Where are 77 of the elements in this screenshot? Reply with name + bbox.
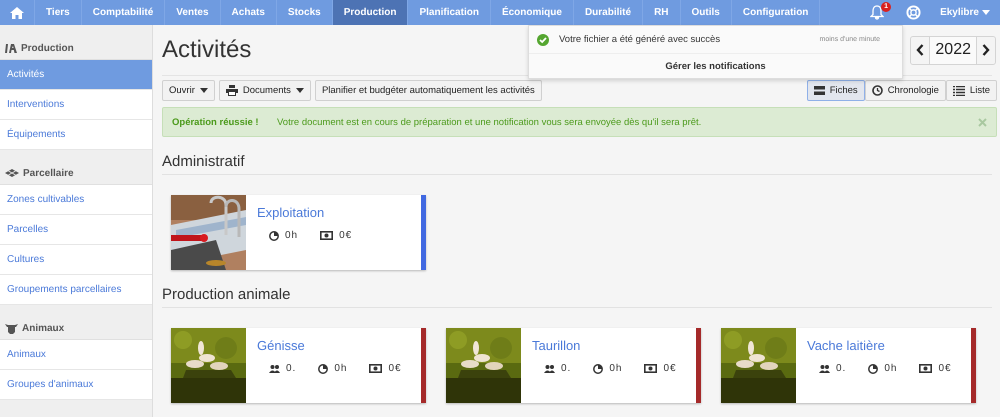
activity-card[interactable]: Taurillon 0. 0h 0€ bbox=[446, 328, 701, 403]
stat-value: 0€ bbox=[938, 363, 952, 374]
cow-icon bbox=[5, 322, 18, 334]
view-toggle[interactable]: Fiches bbox=[806, 80, 865, 101]
user-menu[interactable]: Ekylibre bbox=[932, 0, 1000, 25]
activity-card[interactable]: Exploitation 0h 0€ bbox=[171, 195, 426, 270]
nav-tab[interactable]: Production bbox=[332, 0, 408, 25]
stat-value: 0h bbox=[334, 363, 348, 374]
card-title: Génisse bbox=[257, 338, 306, 353]
card-title: Exploitation bbox=[257, 205, 326, 220]
pie-icon bbox=[593, 364, 604, 374]
pie-icon bbox=[868, 364, 878, 374]
printer-icon bbox=[226, 85, 238, 96]
field-icon bbox=[5, 169, 19, 177]
chevron-left-icon bbox=[916, 44, 924, 56]
tiles-icon bbox=[814, 86, 825, 95]
sidebar-heading: Parcellaire bbox=[23, 168, 74, 178]
card-title: Vache laitière bbox=[807, 338, 886, 353]
nav-tab[interactable]: Ventes bbox=[165, 0, 221, 25]
section-heading: Production animale bbox=[162, 286, 992, 308]
chevron-right-icon bbox=[982, 44, 990, 56]
banknote-icon bbox=[919, 364, 932, 373]
sidebar-item[interactable]: Groupements parcellaires bbox=[0, 275, 152, 305]
sidebar-heading: Animaux bbox=[22, 322, 64, 334]
close-icon bbox=[978, 118, 987, 126]
check-circle-icon bbox=[537, 34, 549, 46]
nav-tab[interactable]: Achats bbox=[220, 0, 277, 25]
page-title: Activités bbox=[162, 36, 252, 64]
sidebar-item[interactable]: Équipements bbox=[0, 120, 152, 150]
activity-card[interactable]: Vache laitière 0. 0h 0€ bbox=[721, 328, 976, 403]
view-toggle[interactable]: Liste bbox=[946, 80, 997, 101]
group-icon bbox=[819, 364, 830, 372]
bell-icon bbox=[870, 5, 884, 20]
caret-icon bbox=[200, 88, 208, 93]
sidebar-item[interactable]: Interventions bbox=[0, 90, 152, 120]
caret-icon bbox=[982, 10, 990, 15]
sidebar-item[interactable]: Cultures bbox=[0, 245, 152, 275]
sidebar-item[interactable]: Groupes d'animaux bbox=[0, 370, 152, 400]
caret-icon bbox=[296, 88, 304, 93]
card-title: Taurillon bbox=[532, 338, 582, 353]
stat-value: 0h bbox=[884, 363, 898, 374]
manage-notifications-link[interactable]: Gérer les notifications bbox=[529, 54, 902, 78]
stat-value: 0. bbox=[836, 363, 846, 374]
section-heading: Administratif bbox=[162, 153, 992, 175]
home-icon bbox=[10, 6, 24, 18]
stat-value: 0h bbox=[609, 363, 622, 374]
sidebar-item[interactable]: Animaux bbox=[0, 340, 152, 370]
sidebar-item[interactable]: Activités bbox=[0, 60, 152, 90]
lifebuoy-icon bbox=[906, 5, 922, 20]
alert-message: Votre document est en cours de préparation et une notification vous sera envoyée dès qu'il sera prêt. bbox=[277, 116, 702, 128]
banknote-icon bbox=[320, 231, 334, 240]
year-label: 2022 bbox=[929, 36, 977, 64]
toolbar-button[interactable]: Planifier et budgéter automatiquement les activités bbox=[314, 80, 542, 101]
sidebar-heading: Production bbox=[21, 42, 74, 54]
nav-tab[interactable]: Planification bbox=[408, 0, 491, 25]
group-icon bbox=[269, 364, 280, 372]
list-icon bbox=[952, 86, 965, 96]
stat-value: 0€ bbox=[663, 363, 677, 374]
pie-icon bbox=[269, 230, 279, 240]
sidebar-item[interactable]: Zones cultivables bbox=[0, 185, 152, 215]
stat-value: 0€ bbox=[388, 363, 402, 374]
close-button[interactable] bbox=[978, 118, 987, 126]
banknote-icon bbox=[644, 364, 658, 373]
stat-value: 0. bbox=[561, 363, 572, 374]
pie-icon bbox=[318, 364, 328, 374]
toolbar-button[interactable]: Ouvrir bbox=[162, 80, 215, 101]
stat-value: 0. bbox=[286, 363, 296, 374]
group-icon bbox=[544, 364, 555, 372]
toolbar-button[interactable]: Documents bbox=[218, 80, 311, 101]
alert-title: Opération réussie ! bbox=[172, 116, 260, 128]
activity-card[interactable]: Génisse 0. 0h 0€ bbox=[171, 328, 426, 403]
stat-value: 0h bbox=[285, 230, 298, 241]
clock-icon bbox=[872, 85, 883, 96]
banknote-icon bbox=[369, 364, 382, 373]
stat-value: 0€ bbox=[339, 230, 352, 241]
sidebar-item[interactable]: Parcelles bbox=[0, 215, 152, 245]
view-toggle[interactable]: Chronologie bbox=[864, 80, 946, 101]
